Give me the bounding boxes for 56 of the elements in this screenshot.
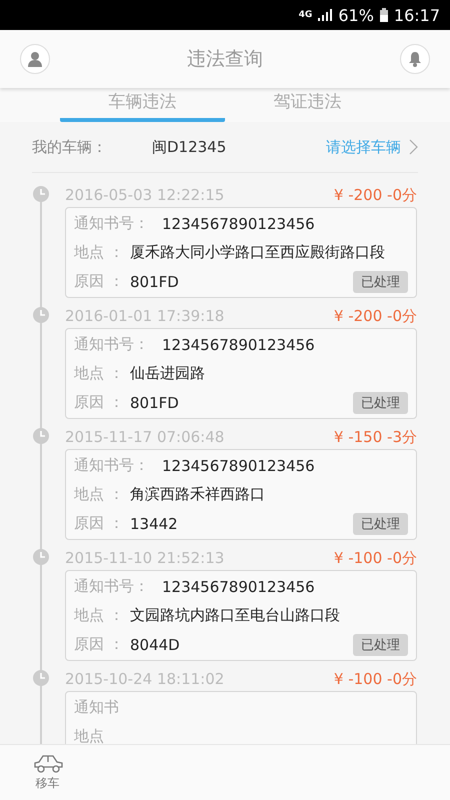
vehicle-label: 我的车辆： — [32, 138, 108, 156]
battery-percent: 61% — [338, 6, 374, 24]
status-badge: 已处理 — [353, 392, 408, 414]
field-label: 原因 ： — [74, 635, 125, 654]
battery-icon — [380, 8, 388, 22]
record-date: 2015-11-17 07:06:48 — [65, 428, 224, 446]
field-label: 通知书号： — [74, 214, 150, 233]
reason-code: 801FD — [130, 394, 180, 412]
record-date: 2016-01-01 17:39:18 — [65, 307, 224, 325]
penalty-amount: ¥ -100 -0分 — [334, 548, 417, 568]
network-label: 4G — [298, 10, 312, 20]
record-date: 2015-11-10 21:52:13 — [65, 549, 224, 567]
bell-icon — [408, 51, 422, 67]
reason-code: 801FD — [130, 272, 180, 290]
field-label: 通知书 — [74, 698, 120, 717]
penalty-amount: ¥ -200 -0分 — [334, 186, 417, 204]
location-text: 角滨西路禾祥西路口 — [130, 485, 266, 504]
bell-button[interactable] — [400, 44, 430, 74]
field-label: 地点 ： — [74, 606, 125, 625]
signal-icon — [318, 9, 332, 21]
notice-number: 1234567890123456 — [162, 456, 316, 474]
penalty-amount: ¥ -200 -0分 — [334, 306, 417, 326]
field-label: 地点 ： — [74, 364, 125, 383]
field-label: 通知书号： — [74, 577, 150, 596]
page-title: 违法查询 — [187, 47, 263, 72]
field-label: 地点 ： — [74, 243, 125, 262]
person-icon — [28, 51, 42, 67]
select-vehicle-link[interactable]: 请选择车辆 — [326, 138, 418, 156]
penalty-amount: ¥ -100 -0分 — [334, 670, 417, 688]
field-label: 通知书号： — [74, 335, 150, 354]
penalty-amount: ¥ -150 -3分 — [334, 428, 417, 446]
tab[interactable]: 车辆违法 — [60, 88, 225, 122]
profile-button[interactable] — [20, 44, 50, 74]
plate-number: 闽D12345 — [152, 138, 228, 156]
status-badge: 已处理 — [353, 512, 408, 534]
field-label: 原因 ： — [74, 393, 125, 412]
tab[interactable]: 驾证违法 — [225, 88, 390, 122]
field-label: 通知书号： — [74, 456, 150, 475]
field-label: 地点 — [74, 727, 105, 744]
reason-code: 8044D — [130, 636, 181, 654]
status-badge: 已处理 — [353, 270, 408, 292]
notice-number: 1234567890123456 — [162, 578, 316, 596]
notice-number: 1234567890123456 — [162, 214, 316, 232]
notice-number: 1234567890123456 — [162, 336, 316, 354]
chevron-right-icon — [409, 139, 418, 155]
field-label: 原因 ： — [74, 514, 125, 533]
location-text: 仙岳进园路 — [130, 364, 206, 383]
record-date: 2016-05-03 12:22:15 — [65, 186, 224, 204]
record-date: 2015-10-24 18:11:02 — [65, 670, 224, 688]
location-text: 文园路坑内路口至电台山路口段 — [130, 606, 341, 625]
status-badge: 已处理 — [353, 634, 408, 656]
clock-time: 16:17 — [394, 6, 440, 24]
field-label: 地点 ： — [74, 485, 125, 504]
reason-code: 13442 — [130, 514, 179, 532]
location-text: 厦禾路大同小学路口至西应殿街路口段 — [130, 243, 386, 262]
field-label: 原因 ： — [74, 272, 125, 291]
